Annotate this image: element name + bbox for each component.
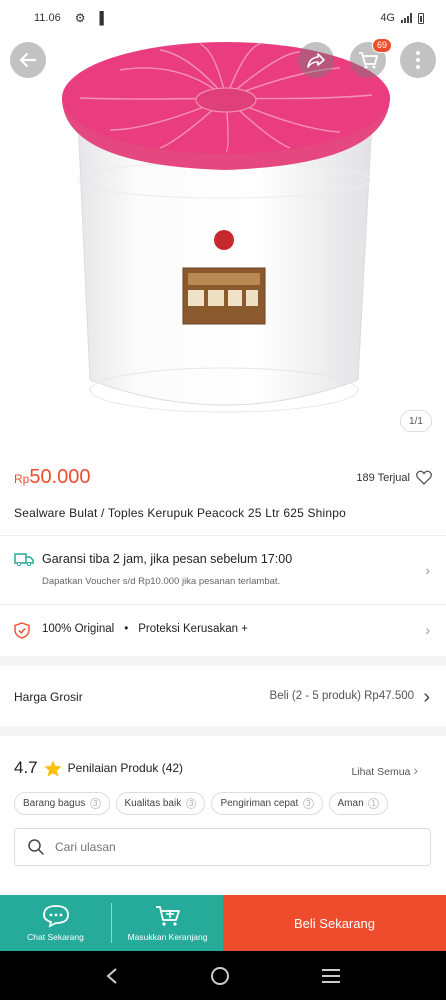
add-to-cart-button[interactable]: Masukkan Keranjang	[112, 895, 223, 951]
system-navigation-bar	[0, 951, 446, 1000]
shield-check-icon	[14, 622, 30, 639]
signal-icon	[401, 13, 412, 23]
heart-icon[interactable]	[416, 470, 432, 485]
product-image[interactable]	[0, 36, 446, 440]
separator-dot: •	[124, 623, 129, 635]
chip-count: 3	[90, 798, 101, 809]
review-chip[interactable]: Aman 1	[328, 792, 388, 815]
battery-icon	[418, 12, 424, 24]
guarantee-row[interactable]: 100% Original • Proteksi Kerusakan + ›	[0, 605, 446, 655]
add-to-cart-label: Masukkan Keranjang	[127, 932, 208, 942]
section-divider	[0, 726, 446, 736]
wholesale-label: Harga Grosir	[14, 690, 83, 704]
notification-icon: ⚙	[74, 11, 86, 25]
rating-summary[interactable]: 4.7 Penilaian Produk (42)	[14, 758, 183, 778]
star-icon	[44, 760, 62, 776]
status-bar: 11.06 ⚙ ▌ 4G	[0, 0, 446, 36]
guarantee-labels: 100% Original • Proteksi Kerusakan +	[42, 623, 248, 635]
review-filter-chips: Barang bagus 3 Kualitas baik 3 Pengirima…	[14, 792, 388, 815]
chip-label: Kualitas baik	[124, 798, 182, 809]
chip-count: 3	[186, 798, 197, 809]
product-jar-illustration	[62, 42, 390, 413]
review-chip[interactable]: Pengiriman cepat 3	[211, 792, 323, 815]
section-divider	[0, 656, 446, 666]
price-row: Rp50.000 189 Terjual	[14, 466, 432, 489]
buy-now-button[interactable]: Beli Sekarang	[223, 895, 446, 951]
protection-label: Proteksi Kerusakan +	[138, 623, 248, 635]
shipping-guarantee-row[interactable]: Garansi tiba 2 jam, jika pesan sebelum 1…	[0, 536, 446, 604]
review-search-box[interactable]	[14, 828, 431, 866]
status-time: 11.06	[34, 12, 61, 24]
product-price: Rp50.000	[14, 466, 91, 489]
truck-icon	[14, 553, 34, 566]
shipping-subtitle: Dapatkan Voucher s/d Rp10.000 jika pesan…	[42, 576, 281, 587]
more-options-button[interactable]	[400, 42, 436, 78]
chat-icon	[42, 905, 69, 928]
chip-label: Pengiriman cepat	[220, 798, 299, 809]
buy-now-label: Beli Sekarang	[294, 915, 375, 931]
price-amount: 50.000	[29, 466, 91, 488]
cart-button[interactable]: 69	[350, 38, 392, 78]
nav-home-icon[interactable]	[210, 966, 230, 986]
chip-label: Aman	[337, 798, 364, 809]
rating-label: Penilaian Produk (42)	[67, 761, 184, 775]
product-title: Sealware Bulat / Toples Kerupuk Peacock …	[14, 506, 347, 520]
rating-score: 4.7	[14, 758, 38, 777]
share-button[interactable]	[298, 42, 334, 78]
sim-icon: ▌	[99, 11, 108, 25]
chevron-right-icon: ›	[425, 562, 430, 578]
see-all-reviews-link[interactable]: Lihat Semua ›	[351, 762, 418, 778]
cart-count-badge: 69	[371, 38, 392, 53]
chip-count: 1	[368, 798, 379, 809]
wholesale-value: Beli (2 - 5 produk) Rp47.500	[269, 690, 414, 702]
arrow-left-icon	[19, 52, 37, 68]
review-chip[interactable]: Barang bagus 3	[14, 792, 110, 815]
review-chip[interactable]: Kualitas baik 3	[115, 792, 206, 815]
original-label: 100% Original	[42, 623, 115, 635]
back-button[interactable]	[10, 42, 46, 78]
more-vertical-icon	[416, 51, 420, 69]
chevron-right-icon: ›	[413, 762, 418, 778]
bottom-action-bar: Chat Sekarang Masukkan Keranjang Beli Se…	[0, 895, 446, 951]
see-all-label: Lihat Semua	[351, 766, 411, 778]
shipping-title: Garansi tiba 2 jam, jika pesan sebelum 1…	[42, 552, 293, 566]
chat-button[interactable]: Chat Sekarang	[0, 895, 111, 951]
chevron-right-icon: ›	[425, 622, 430, 638]
chip-label: Barang bagus	[23, 798, 86, 809]
chevron-right-icon: ›	[423, 686, 430, 708]
chip-count: 3	[303, 798, 314, 809]
sold-info: 189 Terjual	[356, 470, 432, 485]
search-icon	[28, 839, 44, 855]
nav-back-icon[interactable]	[105, 967, 119, 985]
network-label: 4G	[380, 12, 395, 24]
wholesale-row[interactable]: Harga Grosir Beli (2 - 5 produk) Rp47.50…	[0, 666, 446, 726]
nav-recents-icon[interactable]	[321, 968, 341, 984]
review-search-input[interactable]	[55, 840, 395, 854]
chat-label: Chat Sekarang	[27, 932, 84, 942]
price-currency: Rp	[14, 472, 30, 486]
secondary-actions: Chat Sekarang Masukkan Keranjang	[0, 895, 223, 951]
image-counter: 1/1	[400, 410, 432, 432]
sold-count: 189 Terjual	[356, 471, 410, 484]
add-to-cart-icon	[155, 906, 180, 926]
share-icon	[307, 53, 325, 68]
